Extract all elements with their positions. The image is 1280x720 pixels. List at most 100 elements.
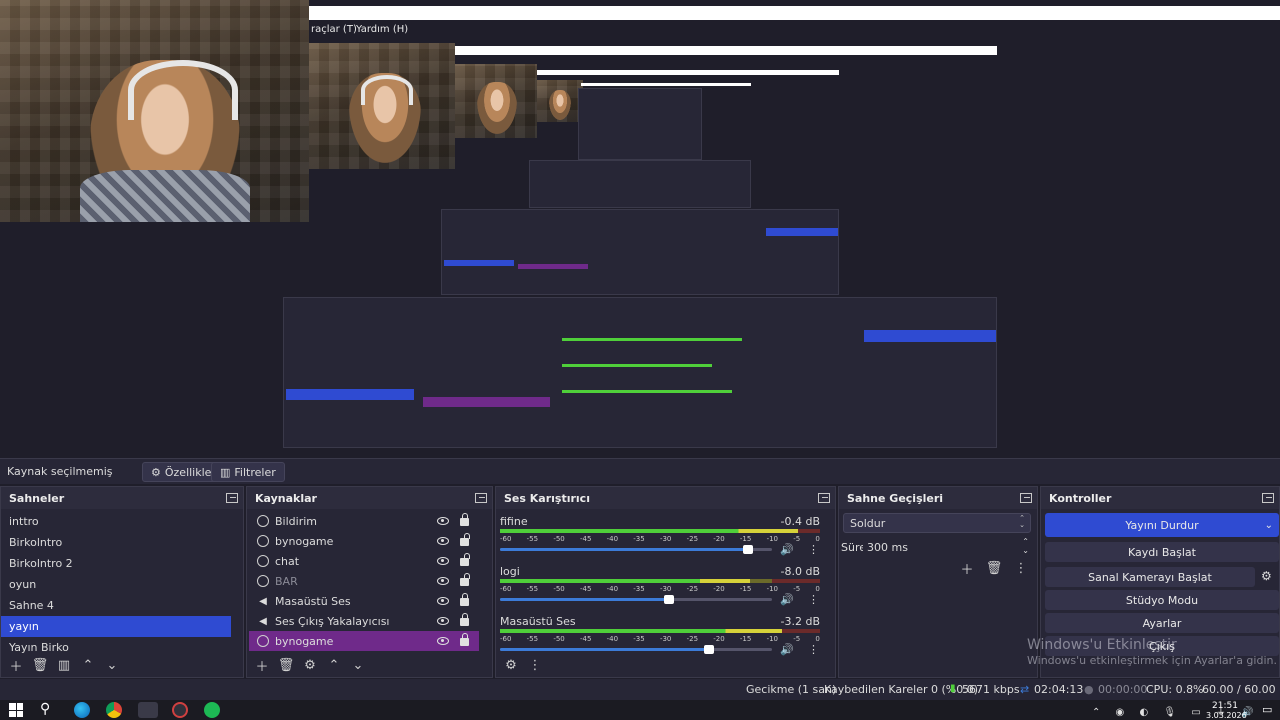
tick-label: -15 [739, 585, 752, 593]
stop-stream-button[interactable]: Yayını Durdur ⌄ [1045, 513, 1279, 537]
nested-titlebar-2 [537, 70, 839, 75]
channel-db: -0.4 dB [780, 515, 821, 528]
visibility-eye-icon[interactable] [437, 637, 449, 645]
advanced-audio-button[interactable]: ⚙ [502, 656, 520, 674]
source-item[interactable]: bynogame [249, 531, 479, 551]
scene-filters-button[interactable]: ▥ [55, 656, 73, 674]
search-icon[interactable]: ⚲ [40, 701, 50, 717]
duration-input[interactable]: 300 ms ⌃ ⌄ [863, 537, 1031, 557]
visibility-eye-icon[interactable] [437, 597, 449, 605]
virtual-cam-settings-icon[interactable]: ⚙ [1261, 569, 1272, 583]
add-scene-button[interactable]: ＋ [7, 656, 25, 675]
start-record-button[interactable]: Kaydı Başlat [1045, 542, 1279, 562]
spotify-icon[interactable] [204, 702, 220, 718]
remove-source-button[interactable]: 🗑 [277, 656, 295, 674]
mixer-menu-button[interactable]: ⋮ [526, 656, 544, 674]
spinner-icon[interactable]: ⌃ ⌄ [1022, 537, 1029, 555]
lock-icon[interactable] [460, 573, 470, 586]
notification-icon[interactable]: ▭ [1262, 703, 1272, 716]
source-item[interactable]: ◀ Masaüstü Ses [249, 591, 479, 611]
speaker-icon[interactable]: 🔊 [780, 543, 794, 556]
globe-icon [257, 535, 269, 547]
visibility-eye-icon[interactable] [437, 617, 449, 625]
scene-item[interactable]: inttro [1, 511, 231, 532]
lock-icon[interactable] [460, 613, 469, 626]
undock-icon[interactable] [475, 493, 487, 503]
move-down-button[interactable]: ⌄ [103, 656, 121, 674]
tick-label: -20 [713, 585, 725, 593]
scene-item[interactable]: oyun [1, 574, 231, 595]
scene-item[interactable]: yayın [1, 616, 231, 637]
tick-label: -50 [553, 585, 565, 593]
nested-titlebar-3 [581, 83, 751, 86]
studio-mode-button[interactable]: Stüdyo Modu [1045, 590, 1279, 610]
source-settings-button[interactable]: ⚙ [301, 656, 319, 674]
source-item[interactable]: Bildirim [249, 511, 479, 531]
clock-date[interactable]: 3.03.2026 [1206, 711, 1247, 720]
undock-icon[interactable] [1262, 493, 1274, 503]
source-item[interactable]: chat [249, 551, 479, 571]
lock-icon[interactable] [460, 533, 470, 546]
tick-label: -25 [686, 535, 699, 543]
visibility-eye-icon[interactable] [437, 537, 449, 545]
source-item[interactable]: BAR [249, 571, 479, 591]
virtual-cam-button[interactable]: Sanal Kamerayı Başlat [1045, 567, 1255, 587]
add-source-button[interactable]: ＋ [253, 656, 271, 675]
remove-transition-button[interactable]: 🗑 [985, 559, 1003, 577]
obs-taskbar-icon[interactable] [138, 702, 158, 718]
kebab-menu-icon[interactable]: ⋮ [808, 543, 819, 556]
scene-item[interactable]: Birkolntro [1, 532, 231, 553]
lock-icon[interactable] [460, 513, 469, 526]
menu-help[interactable]: Yardım (H) [356, 24, 408, 35]
source-up-button[interactable]: ⌃ [325, 656, 343, 674]
tick-label: 0 [815, 535, 820, 543]
status-bar: Gecikme (1 san) Kaybedilen Kareler 0 (%0… [0, 679, 1280, 700]
app-icon[interactable] [172, 702, 188, 718]
undock-icon[interactable] [1020, 493, 1032, 503]
slider-handle[interactable] [742, 545, 753, 554]
speaker-icon[interactable]: 🔊 [780, 593, 794, 606]
lock-icon[interactable] [460, 593, 469, 606]
scene-item[interactable]: Birkolntro 2 [1, 553, 231, 574]
nested-webcam-1 [309, 43, 455, 169]
tick-label: -55 [526, 535, 539, 543]
preview-canvas[interactable]: raçlar (T) Yardım (H) [0, 0, 1280, 458]
volume-slider[interactable] [500, 545, 772, 554]
undock-icon[interactable] [818, 493, 830, 503]
source-label: chat [275, 554, 300, 568]
source-item[interactable]: ◀ Ses Çıkış Yakalayıcısı [249, 611, 479, 631]
windows-start-icon[interactable] [9, 703, 23, 717]
visibility-eye-icon[interactable] [437, 517, 449, 525]
source-label: Ses Çıkış Yakalayıcısı [275, 614, 390, 628]
edge-icon[interactable] [74, 702, 90, 718]
menu-tools[interactable]: raçlar (T) [311, 24, 357, 35]
scene-item[interactable]: Sahne 4 [1, 595, 231, 616]
clock-time[interactable]: 21:51 [1212, 701, 1238, 711]
tick-label: -45 [579, 585, 592, 593]
chevron-down-icon[interactable]: ⌄ [1265, 520, 1273, 531]
transition-select[interactable]: Soldur [843, 513, 1031, 533]
source-down-button[interactable]: ⌄ [349, 656, 367, 674]
volume-slider[interactable] [500, 595, 772, 604]
visibility-eye-icon[interactable] [437, 557, 449, 565]
lock-icon[interactable] [460, 633, 469, 646]
source-item[interactable]: bynogame [249, 631, 479, 651]
meter-ticks: -60 -55 -50 -45 -40 -35 -30 -25 -20 -15 -10 -5 0 [500, 585, 820, 593]
remove-scene-button[interactable]: 🗑 [31, 656, 49, 674]
visibility-eye-icon[interactable] [437, 577, 449, 585]
nested-obs-1 [283, 297, 997, 448]
filters-button[interactable]: ▥ Filtreler [211, 462, 285, 482]
tick-label: -10 [766, 535, 778, 543]
move-up-button[interactable]: ⌃ [79, 656, 97, 674]
source-label: bynogame [275, 534, 334, 548]
kebab-menu-icon[interactable]: ⋮ [808, 593, 819, 606]
add-transition-button[interactable]: ＋ [958, 559, 976, 578]
chrome-icon[interactable] [106, 702, 122, 718]
lock-icon[interactable] [460, 553, 470, 566]
slider-handle[interactable] [663, 595, 674, 604]
volume-slider[interactable] [500, 645, 772, 654]
undock-icon[interactable] [226, 493, 238, 503]
settings-button[interactable]: Ayarlar [1045, 613, 1279, 633]
transition-menu-button[interactable]: ⋮ [1012, 559, 1030, 577]
sources-title: Kaynaklar [255, 491, 317, 505]
